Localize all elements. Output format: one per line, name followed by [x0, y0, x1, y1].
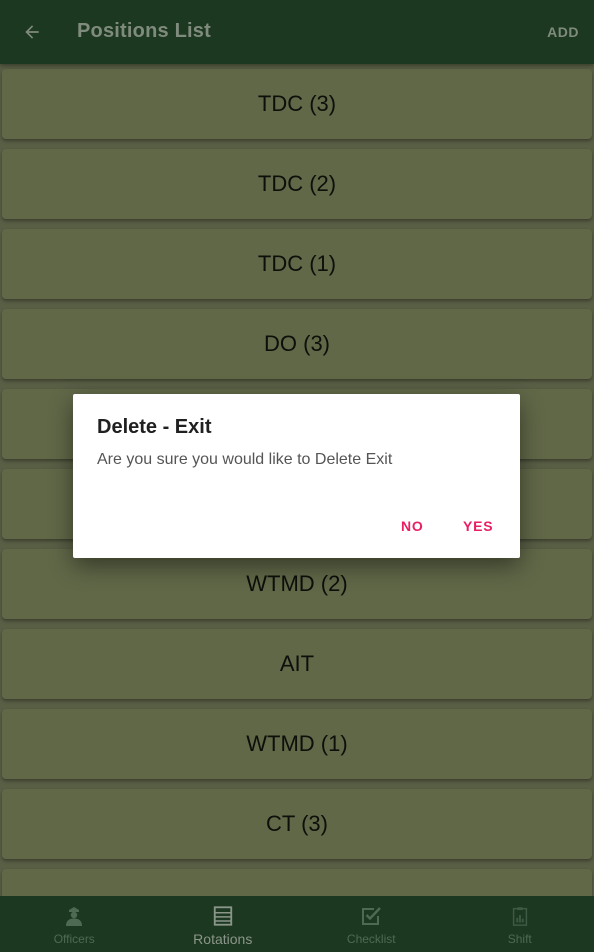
list-icon: [211, 904, 235, 928]
clipboard-icon: [508, 904, 532, 928]
list-item-label: TDC (1): [257, 251, 337, 276]
app-bar: Positions List ADD: [0, 0, 594, 64]
list-item[interactable]: TDC (3): [2, 69, 592, 139]
list-item-label: TDC (2): [257, 171, 337, 196]
checkbox-icon: [359, 904, 383, 928]
list-item[interactable]: WTMD (1): [2, 709, 592, 779]
list-item-label: TDC (3): [257, 91, 337, 116]
nav-label: Shift: [507, 932, 532, 946]
nav-item-shift[interactable]: Shift: [446, 896, 594, 952]
nav-item-checklist[interactable]: Checklist: [297, 896, 446, 952]
list-item-label: DO (3): [264, 331, 330, 356]
list-item[interactable]: AIT: [2, 629, 592, 699]
list-item-label: CT (3): [266, 811, 328, 836]
dialog-title: Delete - Exit: [97, 416, 212, 438]
list-item-label: WTMD (1): [246, 731, 348, 756]
list-item[interactable]: [2, 869, 592, 896]
yes-button[interactable]: YES: [463, 518, 493, 534]
nav-label: Rotations: [193, 931, 253, 947]
list-item[interactable]: TDC (2): [2, 149, 592, 219]
list-item-label: WTMD (2): [246, 571, 348, 596]
list-item[interactable]: WTMD (2): [2, 549, 592, 619]
list-item-label: AIT: [279, 651, 315, 676]
bottom-navigation: Officers Rotations Checklist Shift: [0, 896, 594, 952]
nav-label: Checklist: [346, 932, 396, 946]
nav-item-officers[interactable]: Officers: [0, 896, 149, 952]
list-item[interactable]: CT (3): [2, 789, 592, 859]
back-arrow-icon[interactable]: [20, 20, 44, 44]
add-button[interactable]: ADD: [547, 24, 579, 40]
dialog-message: Are you sure you would like to Delete Ex…: [97, 451, 393, 468]
list-item[interactable]: TDC (1): [2, 229, 592, 299]
nav-item-rotations[interactable]: Rotations: [149, 896, 298, 952]
nav-label: Officers: [53, 932, 95, 946]
no-button[interactable]: NO: [401, 518, 424, 534]
page-title: Positions List: [77, 20, 211, 42]
officer-icon: [62, 904, 86, 928]
list-item[interactable]: DO (3): [2, 309, 592, 379]
delete-confirm-dialog: Delete - Exit Are you sure you would lik…: [73, 394, 520, 558]
